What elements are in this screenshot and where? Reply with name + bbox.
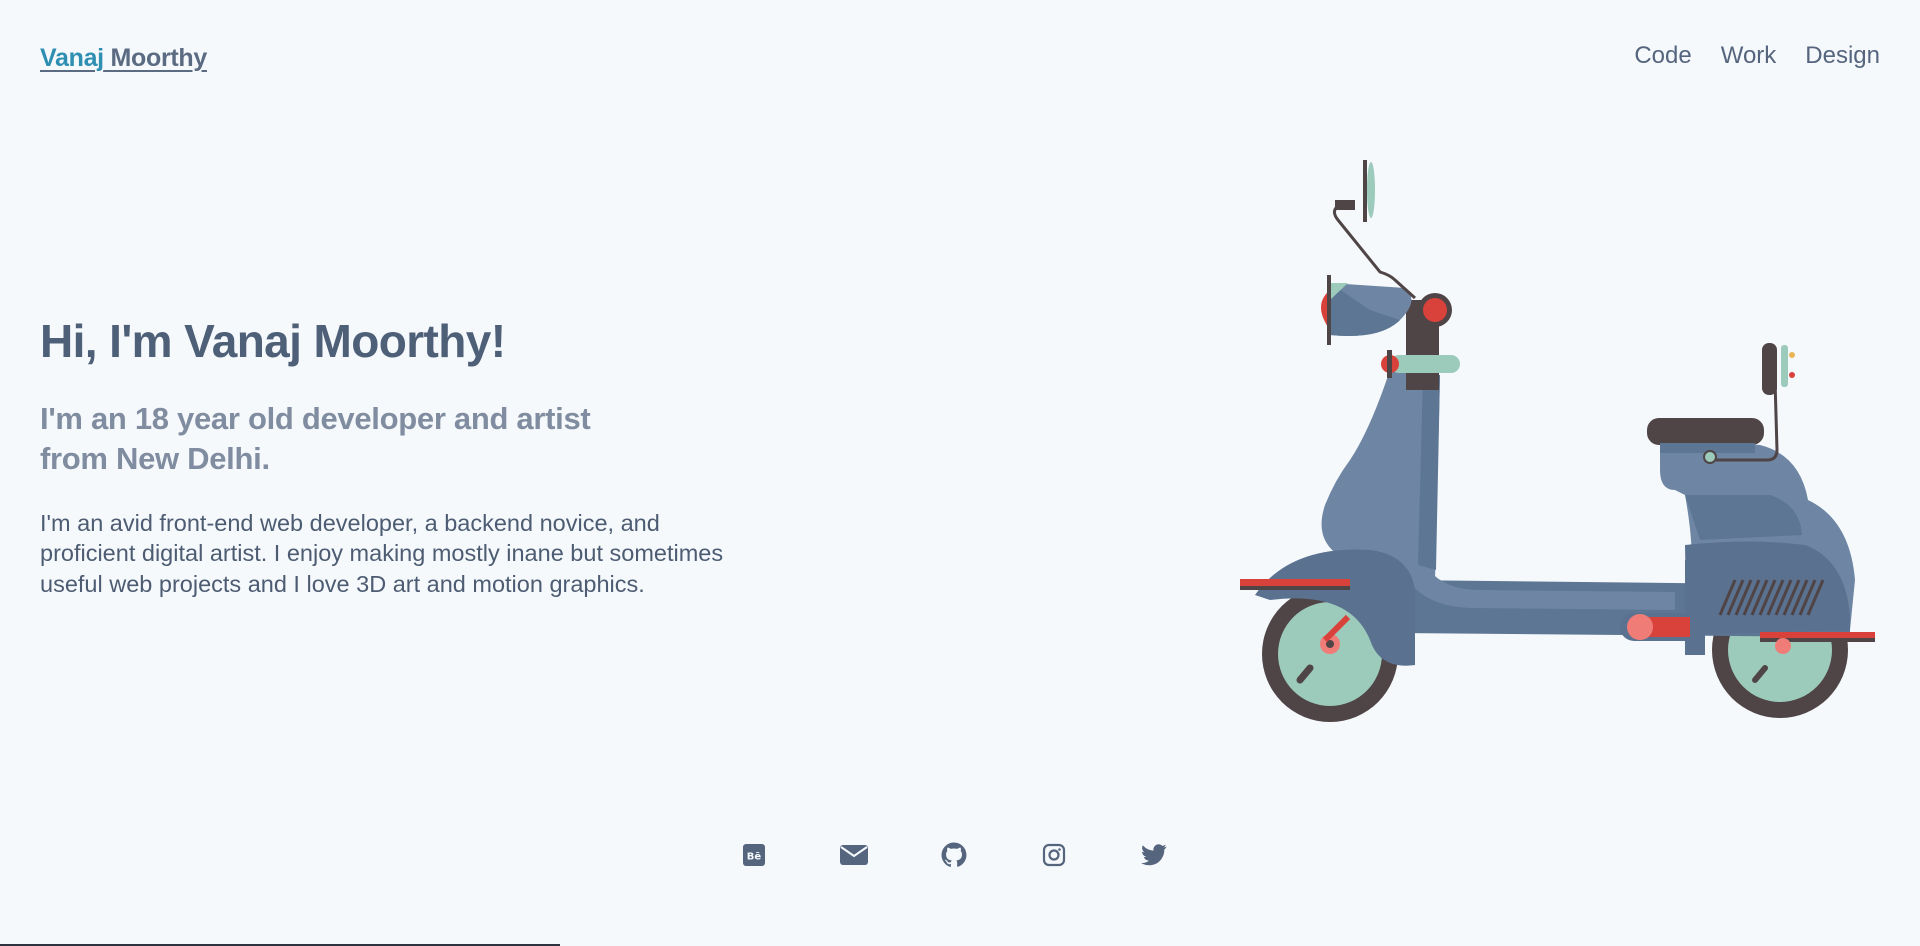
- brand-last-name: Moorthy: [103, 44, 207, 72]
- twitter-icon: [1141, 844, 1167, 866]
- brand-link[interactable]: Vanaj Moorthy: [40, 44, 207, 73]
- instagram-icon: [1042, 843, 1066, 867]
- instagram-link[interactable]: [1040, 841, 1068, 869]
- page: Vanaj Moorthy Code Work Design Hi, I'm V…: [0, 0, 1920, 946]
- nav-work[interactable]: Work: [1721, 42, 1777, 70]
- hero-subtitle: I'm an 18 year old developer and artist …: [40, 401, 591, 477]
- scooter-illustration: [1240, 160, 1875, 722]
- brand-first-name: Vanaj: [40, 44, 104, 72]
- nav-design[interactable]: Design: [1805, 42, 1880, 70]
- hero-section: Hi, I'm Vanaj Moorthy! I'm an 18 year ol…: [40, 314, 800, 599]
- svg-text:Bē: Bē: [747, 852, 762, 863]
- main-nav: Code Work Design: [1634, 42, 1880, 70]
- behance-icon: Bē: [743, 844, 765, 866]
- hero-title: Hi, I'm Vanaj Moorthy!: [40, 315, 506, 367]
- email-link[interactable]: [840, 841, 868, 869]
- mail-icon: [840, 845, 868, 865]
- twitter-link[interactable]: [1140, 841, 1168, 869]
- github-icon: [941, 842, 967, 867]
- nav-code[interactable]: Code: [1634, 42, 1691, 70]
- social-links: Bē: [740, 841, 1168, 869]
- github-link[interactable]: [940, 841, 968, 869]
- hero-body: I'm an avid front-end web developer, a b…: [40, 509, 724, 597]
- behance-link[interactable]: Bē: [740, 841, 768, 869]
